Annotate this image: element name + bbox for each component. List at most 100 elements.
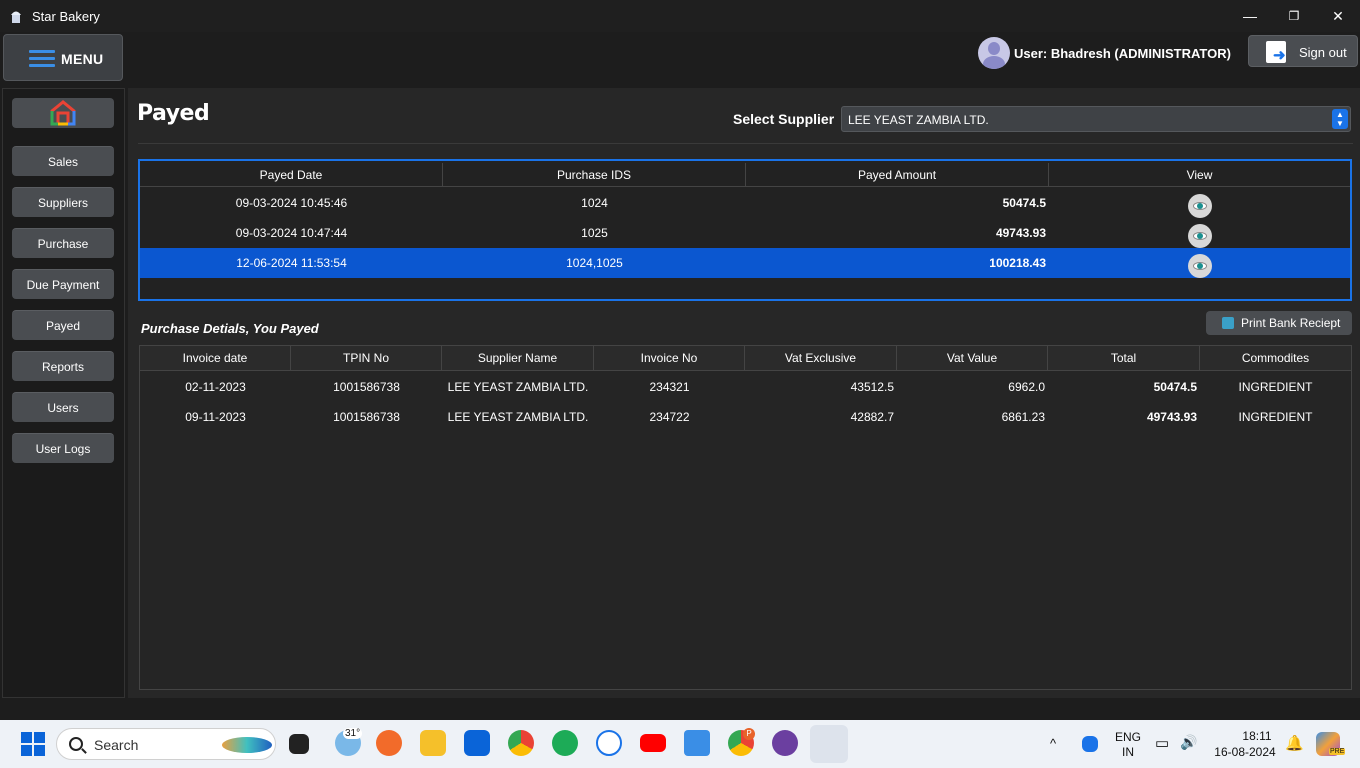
sidebar-item-payed[interactable]: Payed xyxy=(12,310,114,340)
sidebar-item-reports[interactable]: Reports xyxy=(12,351,114,381)
column-header[interactable]: TPIN No xyxy=(291,346,442,370)
column-header[interactable]: Commodites xyxy=(1200,346,1351,370)
vat-exclusive-cell: 42882.7 xyxy=(850,410,894,424)
table-row[interactable]: 09-11-2023 1001586738 LEE YEAST ZAMBIA L… xyxy=(140,402,1351,432)
vat-value-cell: 6861.23 xyxy=(1001,410,1045,424)
sidebar-item-purchase[interactable]: Purchase xyxy=(12,228,114,258)
view-cell xyxy=(1049,248,1350,278)
network-icon[interactable]: ▭ xyxy=(1155,734,1169,752)
minimize-button[interactable]: — xyxy=(1238,6,1262,26)
invoice-date-cell: 02-11-2023 xyxy=(185,380,246,394)
home-button[interactable] xyxy=(12,98,114,128)
close-button[interactable]: ✕ xyxy=(1326,6,1350,26)
column-header[interactable]: View xyxy=(1049,163,1350,186)
page-title: Payed xyxy=(137,101,210,126)
print-bank-receipt-button[interactable]: Print Bank Reciept xyxy=(1206,311,1352,335)
file-explorer-icon[interactable] xyxy=(420,730,446,756)
table-row[interactable]: 02-11-2023 1001586738 LEE YEAST ZAMBIA L… xyxy=(140,372,1351,402)
eye-icon[interactable] xyxy=(1187,193,1212,218)
main-panel: Payed Select Supplier LEE YEAST ZAMBIA L… xyxy=(128,88,1360,698)
app-store-icon[interactable] xyxy=(596,730,622,756)
view-cell xyxy=(1049,218,1350,248)
volume-icon[interactable]: 🔊 xyxy=(1180,734,1197,751)
details-table[interactable]: Invoice date TPIN No Supplier Name Invoi… xyxy=(139,345,1352,690)
window-title: Star Bakery xyxy=(32,9,100,24)
table-header: Payed Date Purchase IDS Payed Amount Vie… xyxy=(140,163,1350,187)
search-placeholder: Search xyxy=(94,737,139,753)
chrome-icon[interactable] xyxy=(508,730,534,756)
table-header: Invoice date TPIN No Supplier Name Invoi… xyxy=(140,346,1351,371)
search-highlight-image xyxy=(222,737,272,753)
payments-table[interactable]: Payed Date Purchase IDS Payed Amount Vie… xyxy=(138,159,1352,301)
chevron-up-icon[interactable]: ^ xyxy=(1050,736,1056,751)
column-header[interactable]: Purchase IDS xyxy=(443,163,746,186)
supplier-name-cell: LEE YEAST ZAMBIA LTD. xyxy=(447,410,589,424)
commodity-cell: INGREDIENT xyxy=(1238,380,1313,394)
supplier-select[interactable]: LEE YEAST ZAMBIA LTD. ▲ ▼ xyxy=(841,106,1351,132)
table-row[interactable]: 09-03-2024 10:45:46 1024 50474.5 xyxy=(140,188,1350,218)
sidebar-item-users[interactable]: Users xyxy=(12,392,114,422)
purchase-ids-cell: 1024 xyxy=(581,196,608,210)
cupcake-icon xyxy=(11,11,21,23)
column-header[interactable]: Vat Exclusive xyxy=(745,346,897,370)
chevron-updown-icon: ▲ ▼ xyxy=(1332,109,1348,129)
lang-primary[interactable]: ENG xyxy=(1115,730,1141,744)
commodity-cell: INGREDIENT xyxy=(1238,410,1313,424)
profile-badge: P xyxy=(743,728,755,740)
table-row-selected[interactable]: 12-06-2024 11:53:54 1024,1025 100218.43 xyxy=(140,248,1350,278)
invoice-date-cell: 09-11-2023 xyxy=(185,410,246,424)
column-header[interactable]: Vat Value xyxy=(897,346,1048,370)
maximize-button[interactable]: ❐ xyxy=(1282,6,1306,26)
menu-label: MENU xyxy=(61,51,104,67)
eye-icon[interactable] xyxy=(1187,253,1212,278)
sidebar-item-due-payment[interactable]: Due Payment xyxy=(12,269,114,299)
menu-button[interactable]: MENU xyxy=(3,34,123,81)
taskbar-search[interactable]: Search xyxy=(56,728,276,760)
github-icon[interactable] xyxy=(772,730,798,756)
payed-amount-cell: 50474.5 xyxy=(1002,196,1046,210)
vat-exclusive-cell: 43512.5 xyxy=(850,380,894,394)
user-label: User: Bhadresh (ADMINISTRATOR) xyxy=(1014,46,1231,61)
notification-bell-icon[interactable]: 🔔 xyxy=(1285,734,1304,752)
column-header[interactable]: Supplier Name xyxy=(442,346,594,370)
compass-app-icon[interactable] xyxy=(376,730,402,756)
clock-time[interactable]: 18:11 xyxy=(1240,729,1274,743)
windows-start-icon[interactable] xyxy=(21,732,45,756)
column-header[interactable]: Total xyxy=(1048,346,1200,370)
arrow-right-icon: ➜ xyxy=(1273,47,1286,64)
column-header[interactable]: Payed Amount xyxy=(746,163,1049,186)
avatar xyxy=(978,37,1010,69)
weather-temp: 31° xyxy=(343,728,363,739)
total-cell: 49743.93 xyxy=(1146,410,1197,424)
cube-app-icon[interactable] xyxy=(684,730,710,756)
payed-date-cell: 12-06-2024 11:53:54 xyxy=(236,256,347,270)
youtube-icon[interactable] xyxy=(640,734,666,752)
star-bakery-taskbar-icon[interactable] xyxy=(810,725,848,763)
column-header[interactable]: Invoice date xyxy=(140,346,291,370)
column-header[interactable]: Invoice No xyxy=(594,346,745,370)
eye-icon[interactable] xyxy=(1187,223,1212,248)
title-bar: Star Bakery — ❐ ✕ xyxy=(0,0,1360,32)
sidebar-item-suppliers[interactable]: Suppliers xyxy=(12,187,114,217)
sidebar-item-user-logs[interactable]: User Logs xyxy=(12,433,114,463)
tpin-cell: 1001586738 xyxy=(333,410,400,424)
sign-out-label: Sign out xyxy=(1299,45,1347,60)
view-cell xyxy=(1049,188,1350,218)
taskbar: Search 31° P ^ ENG IN ▭ 🔊 18:11 16-08-20… xyxy=(0,720,1360,768)
search-icon xyxy=(69,737,83,751)
whatsapp-icon[interactable] xyxy=(552,730,578,756)
sidebar-item-sales[interactable]: Sales xyxy=(12,146,114,176)
column-header[interactable]: Payed Date xyxy=(140,163,443,186)
clock-date[interactable]: 16-08-2024 xyxy=(1212,745,1278,759)
hamburger-icon xyxy=(29,50,55,68)
sidebar: Sales Suppliers Purchase Due Payment Pay… xyxy=(2,88,125,698)
table-row[interactable]: 09-03-2024 10:47:44 1025 49743.93 xyxy=(140,218,1350,248)
task-view-icon[interactable] xyxy=(289,734,309,754)
purchase-ids-cell: 1025 xyxy=(581,226,608,240)
defender-icon[interactable] xyxy=(1082,736,1098,752)
print-label: Print Bank Reciept xyxy=(1241,316,1341,330)
printer-icon xyxy=(1222,317,1234,329)
outlook-icon[interactable] xyxy=(464,730,490,756)
sign-out-button[interactable]: ➜ Sign out xyxy=(1248,35,1358,67)
lang-secondary[interactable]: IN xyxy=(1115,745,1141,759)
